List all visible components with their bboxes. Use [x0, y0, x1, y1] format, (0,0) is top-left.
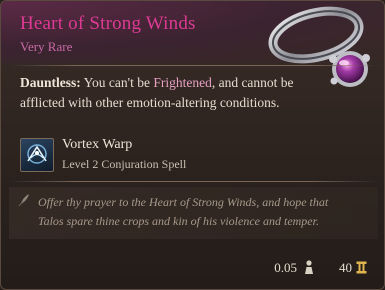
condition-name: Dauntless: [20, 75, 81, 90]
spell-detail: Level 2 Conjuration Spell [62, 157, 187, 171]
weight-icon [305, 260, 313, 274]
header-divider [9, 65, 378, 66]
spell-name[interactable]: Vortex Warp [62, 137, 132, 153]
weight-value: 0.05 [274, 260, 297, 275]
vortex-warp-glyph [27, 144, 47, 164]
item-description: Dauntless: You can't be Frightened, and … [20, 73, 320, 113]
item-title: Heart of Strong Winds [20, 13, 196, 34]
item-rarity: Very Rare [20, 39, 73, 54]
quill-icon [18, 194, 29, 207]
spell-divider [9, 181, 378, 182]
vortex-warp-icon[interactable] [20, 138, 54, 172]
item-tooltip: Heart of Strong Winds Very Rare Dauntles… [0, 0, 385, 290]
item-footer: 0.05 40 [1, 257, 384, 279]
gold-value: 40 [339, 260, 352, 275]
flavor-text: Offer thy prayer to the Heart of Strong … [38, 195, 329, 228]
frightened-keyword[interactable]: Frightened [153, 75, 212, 90]
gold-coin-icon [356, 261, 367, 274]
description-text-before: You can't be [80, 75, 154, 90]
